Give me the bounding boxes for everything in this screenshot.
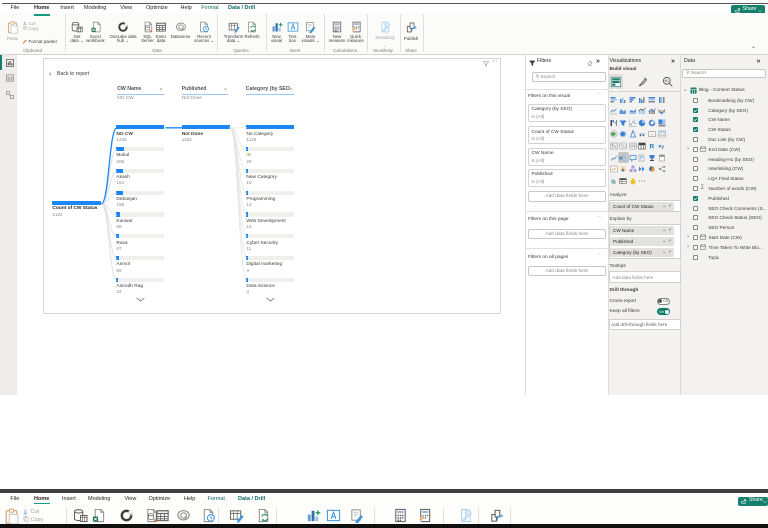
svg-text:Py: Py	[658, 144, 664, 149]
svg-text:$: $	[613, 179, 616, 184]
svg-text:12: 12	[623, 145, 627, 149]
svg-text:14: 14	[650, 133, 654, 137]
svg-text:R: R	[650, 143, 655, 150]
